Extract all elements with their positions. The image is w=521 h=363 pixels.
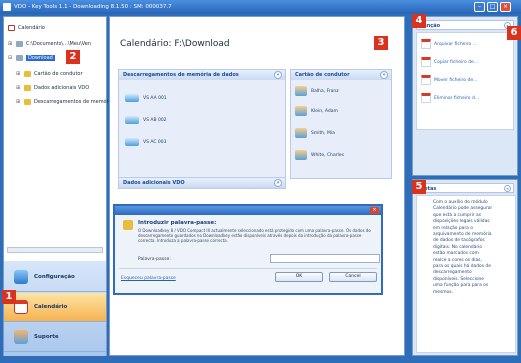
cancel-button[interactable]: Cancel bbox=[329, 272, 377, 282]
password-dialog: × Introduzir palavra-passe: O Downloadke… bbox=[113, 204, 383, 295]
dialog-message: O Downloadkey 8 / VDO Compact III actual… bbox=[138, 228, 371, 243]
tachograph-icon bbox=[125, 116, 139, 124]
navigation-panel: Configuração Calendário Suporte bbox=[4, 261, 106, 356]
driver-item[interactable]: White, Charles bbox=[295, 150, 344, 160]
task-delete[interactable]: Eliminar ficheiro d... bbox=[421, 93, 479, 103]
expand-icon[interactable]: ⊞ bbox=[8, 41, 13, 47]
forgot-password-link[interactable]: Esqueceu palavra-passe bbox=[121, 276, 176, 281]
tree-item-documents[interactable]: ⊞ C:\Documents\...\Meu\Ven bbox=[8, 39, 91, 48]
collapse-chevron-icon[interactable]: » bbox=[274, 71, 282, 79]
notes-panel-header[interactable]: Notas « bbox=[416, 183, 514, 193]
folder-icon bbox=[24, 70, 31, 77]
dialog-divider bbox=[119, 268, 377, 269]
move-icon bbox=[421, 75, 431, 85]
collapse-icon[interactable]: ⊟ bbox=[8, 55, 13, 61]
task-panel-header[interactable]: Função « bbox=[416, 20, 514, 30]
memory-item[interactable]: VS AC 003 bbox=[125, 138, 167, 146]
callout-badge: 4 bbox=[412, 14, 426, 28]
nav-configuracao[interactable]: Configuração bbox=[4, 263, 106, 292]
memory-item[interactable]: VS AA 001 bbox=[125, 94, 167, 102]
notes-text-box: Com o auxílio do módulo Calendário pode … bbox=[416, 195, 516, 353]
group-header[interactable]: Dados adicionais VDO » bbox=[119, 178, 285, 188]
password-input[interactable] bbox=[270, 254, 380, 263]
right-panel: Função « Arquivar ficheiro ... Copiar fi… bbox=[412, 16, 518, 356]
driver-card-icon bbox=[295, 106, 307, 116]
driver-item[interactable]: Klein, Adam bbox=[295, 106, 338, 116]
calendar-icon bbox=[8, 24, 15, 31]
calendar-icon bbox=[14, 300, 28, 314]
dialog-close-button[interactable]: × bbox=[370, 207, 379, 214]
group-header[interactable]: Descarregamentos de memória de dados » bbox=[119, 70, 285, 80]
vdo-data-group: Dados adicionais VDO » bbox=[118, 177, 286, 189]
main-content: Calendário: F:\Download Descarregamentos… bbox=[109, 16, 405, 356]
collapse-chevron-icon[interactable]: » bbox=[380, 71, 388, 79]
drive-icon bbox=[16, 40, 23, 47]
drive-icon bbox=[16, 54, 23, 61]
task-copy[interactable]: Copiar ficheiro de... bbox=[421, 57, 478, 67]
password-label: Palavra-passe: bbox=[138, 257, 171, 262]
tree-item-vdo-data[interactable]: ⊞ Dados adicionais VDO bbox=[16, 83, 89, 92]
tachograph-icon bbox=[125, 94, 139, 102]
task-archive[interactable]: Arquivar ficheiro ... bbox=[421, 39, 477, 49]
window-title: VDO - Key Tools 1.1 - Downloading 8.1.50… bbox=[14, 4, 172, 10]
close-button[interactable]: × bbox=[500, 2, 511, 12]
ok-button[interactable]: OK bbox=[275, 272, 323, 282]
driver-card-group: Cartão de condutor » Balha, Franz Klein,… bbox=[290, 69, 392, 179]
driver-card-icon bbox=[295, 86, 307, 96]
notes-panel: Notas « Com o auxílio do módulo Calendár… bbox=[412, 179, 518, 356]
support-icon bbox=[14, 330, 28, 344]
collapse-chevron-icon[interactable]: « bbox=[504, 185, 511, 192]
driver-item[interactable]: Balha, Franz bbox=[295, 86, 339, 96]
dialog-heading: Introduzir palavra-passe: bbox=[138, 220, 217, 226]
callout-badge: 3 bbox=[374, 36, 388, 50]
callout-badge: 2 bbox=[66, 50, 80, 64]
folder-icon bbox=[24, 84, 31, 91]
memory-downloads-group: Descarregamentos de memória de dados » V… bbox=[118, 69, 286, 179]
task-list: Arquivar ficheiro ... Copiar ficheiro de… bbox=[416, 32, 514, 130]
group-header[interactable]: Cartão de condutor » bbox=[291, 70, 391, 80]
driver-card-icon bbox=[295, 150, 307, 160]
nav-calendario[interactable]: Calendário bbox=[4, 293, 106, 322]
tachograph-icon bbox=[125, 138, 139, 146]
configuration-icon bbox=[14, 270, 28, 284]
driver-card-icon bbox=[295, 128, 307, 138]
expand-chevron-icon[interactable]: » bbox=[274, 179, 282, 187]
expand-icon[interactable]: ⊞ bbox=[16, 99, 21, 105]
app-icon bbox=[3, 3, 11, 11]
tree-item-memory-downloads[interactable]: ⊞ Descarregamentos de memória bbox=[16, 97, 113, 106]
tree-item-download[interactable]: ⊟ Download bbox=[8, 53, 55, 62]
horizontal-scrollbar[interactable] bbox=[7, 247, 103, 253]
callout-badge: 6 bbox=[507, 26, 521, 40]
left-panel: Calendário ⊞ C:\Documents\...\Meu\Ven ⊟ … bbox=[3, 16, 113, 356]
copy-icon bbox=[421, 57, 431, 67]
tree-item-driver-card[interactable]: ⊞ Cartão de condutor bbox=[16, 69, 83, 78]
tree-item-calendar[interactable]: Calendário bbox=[8, 23, 45, 32]
notes-text: Com o auxílio do módulo Calendário pode … bbox=[433, 200, 493, 295]
title-bar: VDO - Key Tools 1.1 - Downloading 8.1.50… bbox=[0, 0, 521, 14]
delete-icon bbox=[421, 93, 431, 103]
expand-icon[interactable]: ⊞ bbox=[16, 85, 21, 91]
nav-suporte[interactable]: Suporte bbox=[4, 323, 106, 352]
page-title: Calendário: F:\Download bbox=[120, 39, 230, 49]
callout-badge: 1 bbox=[2, 290, 16, 304]
task-move[interactable]: Mover ficheiro de... bbox=[421, 75, 477, 85]
callout-badge: 5 bbox=[412, 180, 426, 194]
maximize-button[interactable]: □ bbox=[487, 2, 498, 12]
archive-icon bbox=[421, 39, 431, 49]
driver-item[interactable]: Smith, Mia bbox=[295, 128, 335, 138]
dialog-title-bar: × bbox=[115, 206, 381, 215]
key-icon bbox=[123, 220, 133, 230]
memory-item[interactable]: VS AB 002 bbox=[125, 116, 167, 124]
folder-icon bbox=[24, 98, 31, 105]
expand-icon[interactable]: ⊞ bbox=[16, 71, 21, 77]
task-panel: Função « Arquivar ficheiro ... Copiar fi… bbox=[412, 16, 518, 176]
minimize-button[interactable]: – bbox=[474, 2, 485, 12]
